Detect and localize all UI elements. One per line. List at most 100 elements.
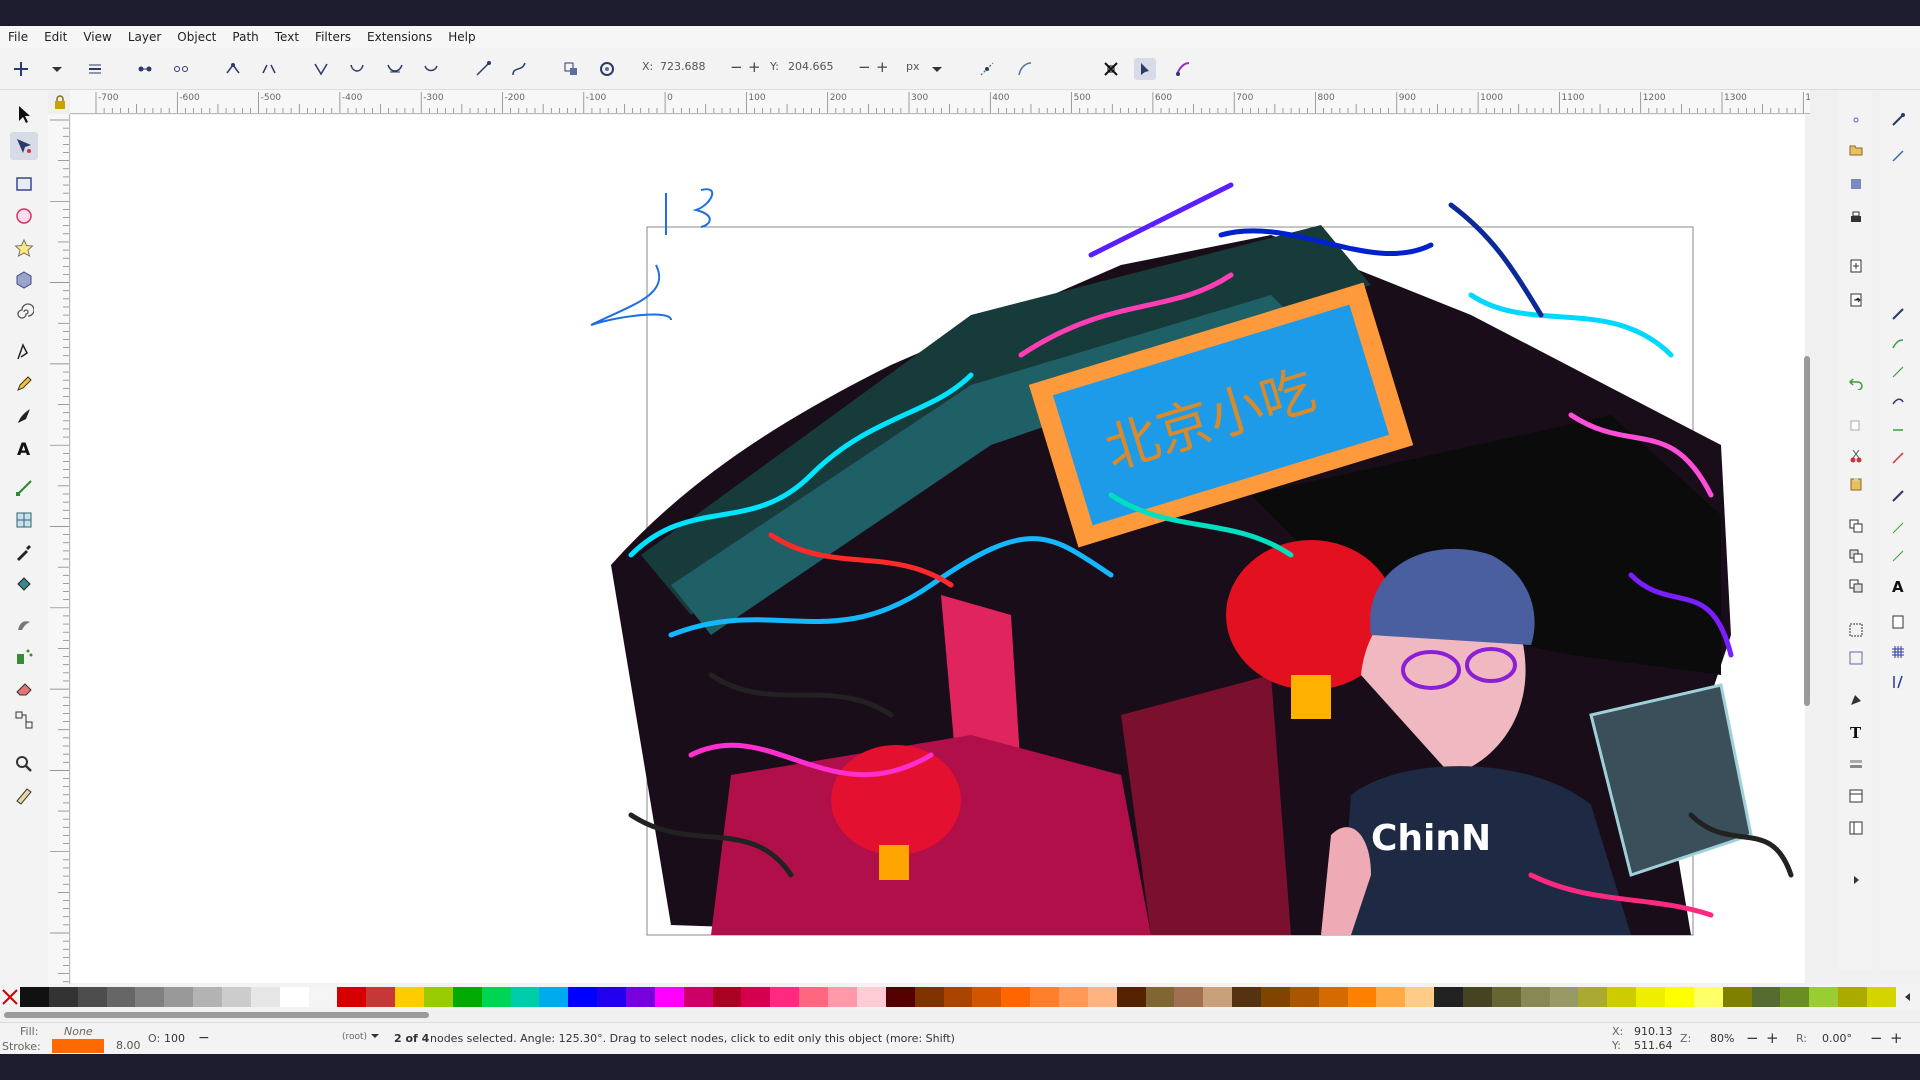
palette-scrollbar[interactable] bbox=[4, 1012, 429, 1018]
opacity-decrement-button[interactable]: − bbox=[198, 1030, 210, 1046]
join-segment-icon[interactable] bbox=[222, 58, 244, 80]
spray-tool-icon[interactable] bbox=[10, 642, 38, 670]
palette-swatch[interactable] bbox=[395, 987, 425, 1007]
paste-icon[interactable] bbox=[1846, 474, 1866, 494]
palette-swatch[interactable] bbox=[1087, 987, 1117, 1007]
palette-swatch[interactable] bbox=[1174, 987, 1204, 1007]
show-path-outline-icon[interactable] bbox=[1134, 58, 1156, 80]
open-file-icon[interactable] bbox=[1846, 140, 1866, 160]
palette-swatch[interactable] bbox=[279, 987, 309, 1007]
export-icon[interactable] bbox=[1846, 290, 1866, 310]
snap-baseline-icon[interactable] bbox=[1888, 546, 1908, 566]
palette-swatch[interactable] bbox=[1578, 987, 1608, 1007]
palette-swatch[interactable] bbox=[1636, 987, 1665, 1007]
show-handles-icon[interactable] bbox=[976, 58, 998, 80]
align-distribute-icon[interactable] bbox=[1846, 818, 1866, 838]
palette-swatch[interactable] bbox=[481, 987, 511, 1007]
palette-swatch[interactable] bbox=[943, 987, 973, 1007]
palette-swatch[interactable] bbox=[1347, 987, 1377, 1007]
menu-extensions[interactable]: Extensions bbox=[367, 30, 432, 44]
snap-intersection-icon[interactable] bbox=[1888, 362, 1908, 382]
palette-swatch[interactable] bbox=[828, 987, 857, 1007]
palette-swatch[interactable] bbox=[135, 987, 165, 1007]
delete-node-icon[interactable] bbox=[84, 58, 106, 80]
palette-swatch[interactable] bbox=[106, 987, 136, 1007]
menu-layer[interactable]: Layer bbox=[128, 30, 161, 44]
palette-swatch[interactable] bbox=[222, 987, 251, 1007]
palette-swatch[interactable] bbox=[1607, 987, 1637, 1007]
palette-swatch[interactable] bbox=[510, 987, 540, 1007]
palette-swatch[interactable] bbox=[1232, 987, 1261, 1007]
insert-node-icon[interactable] bbox=[10, 58, 32, 80]
palette-swatch[interactable] bbox=[1693, 987, 1723, 1007]
palette-swatch[interactable] bbox=[1318, 987, 1348, 1007]
join-nodes-icon[interactable] bbox=[134, 58, 156, 80]
palette-swatch[interactable] bbox=[308, 987, 338, 1007]
snap-guide-icon[interactable] bbox=[1888, 672, 1908, 692]
calligraphy-tool-icon[interactable] bbox=[10, 402, 38, 430]
palette-swatch[interactable] bbox=[914, 987, 944, 1007]
fill-stroke-icon[interactable] bbox=[1846, 690, 1866, 710]
dropper-tool-icon[interactable] bbox=[10, 538, 38, 566]
snap-nodes-icon[interactable] bbox=[1888, 304, 1908, 324]
print-icon[interactable] bbox=[1846, 208, 1866, 228]
palette-swatch[interactable] bbox=[770, 987, 800, 1007]
palette-swatch[interactable] bbox=[452, 987, 482, 1007]
new-document-icon[interactable] bbox=[1846, 110, 1866, 130]
snap-bbox-icon[interactable] bbox=[1888, 146, 1908, 166]
menu-object[interactable]: Object bbox=[177, 30, 216, 44]
snap-toggle-icon[interactable] bbox=[1888, 110, 1908, 130]
palette-menu-icon[interactable] bbox=[1896, 992, 1920, 1002]
palette-swatch[interactable] bbox=[1809, 987, 1839, 1007]
rectangle-tool-icon[interactable] bbox=[10, 170, 38, 198]
rotate-decrement-button[interactable]: − bbox=[1870, 1029, 1883, 1047]
opacity-value[interactable]: 100 bbox=[164, 1032, 185, 1045]
layer-select[interactable]: (root) bbox=[342, 1032, 367, 1042]
snap-smooth-icon[interactable] bbox=[1888, 420, 1908, 440]
mesh-tool-icon[interactable] bbox=[10, 506, 38, 534]
rotate-value[interactable]: 0.00° bbox=[1822, 1032, 1852, 1045]
cut-icon[interactable] bbox=[1846, 446, 1866, 466]
unlink-clone-icon[interactable] bbox=[1846, 576, 1866, 596]
text-tool-icon[interactable]: A bbox=[10, 434, 38, 462]
stroke-width-value[interactable]: 8.00 bbox=[116, 1039, 141, 1052]
snap-text-icon[interactable]: A bbox=[1888, 576, 1908, 596]
palette-swatch[interactable] bbox=[654, 987, 684, 1007]
duplicate-icon[interactable] bbox=[1846, 516, 1866, 536]
palette-swatch[interactable] bbox=[539, 987, 569, 1007]
3d-box-tool-icon[interactable] bbox=[10, 266, 38, 294]
transform-handles-icon[interactable] bbox=[1100, 58, 1122, 80]
ungroup-icon[interactable] bbox=[1846, 648, 1866, 668]
x-value[interactable]: 723.688 bbox=[660, 60, 706, 73]
y-decrement-button[interactable]: − bbox=[858, 58, 871, 76]
segment-curve-icon[interactable] bbox=[508, 58, 530, 80]
more-commands-icon[interactable] bbox=[1846, 870, 1866, 890]
palette-swatch[interactable] bbox=[20, 987, 49, 1007]
eraser-tool-icon[interactable] bbox=[10, 674, 38, 702]
pencil-tool-icon[interactable] bbox=[10, 370, 38, 398]
palette-swatch[interactable] bbox=[885, 987, 915, 1007]
palette-swatch[interactable] bbox=[683, 987, 713, 1007]
zoom-value[interactable]: 80% bbox=[1710, 1032, 1734, 1045]
palette-swatch[interactable] bbox=[77, 987, 107, 1007]
palette-swatch[interactable] bbox=[856, 987, 886, 1007]
smooth-node-icon[interactable] bbox=[346, 58, 368, 80]
lock-guides-icon[interactable] bbox=[52, 94, 68, 110]
palette-swatch[interactable] bbox=[1549, 987, 1579, 1007]
y-increment-button[interactable]: + bbox=[876, 58, 889, 76]
palette-swatch[interactable] bbox=[568, 987, 598, 1007]
palette-swatch[interactable] bbox=[1434, 987, 1463, 1007]
auto-smooth-node-icon[interactable] bbox=[420, 58, 442, 80]
palette-swatch[interactable] bbox=[1030, 987, 1059, 1007]
y-value[interactable]: 204.665 bbox=[788, 60, 834, 73]
menu-help[interactable]: Help bbox=[448, 30, 475, 44]
x-decrement-button[interactable]: − bbox=[730, 58, 743, 76]
menu-edit[interactable]: Edit bbox=[44, 30, 67, 44]
palette-swatch[interactable] bbox=[366, 987, 396, 1007]
palette-swatch[interactable] bbox=[972, 987, 1002, 1007]
palette-swatch[interactable] bbox=[1520, 987, 1550, 1007]
palette-swatch[interactable] bbox=[712, 987, 742, 1007]
palette-swatch[interactable] bbox=[1405, 987, 1435, 1007]
palette-swatch[interactable] bbox=[1260, 987, 1290, 1007]
x-increment-button[interactable]: + bbox=[748, 58, 761, 76]
